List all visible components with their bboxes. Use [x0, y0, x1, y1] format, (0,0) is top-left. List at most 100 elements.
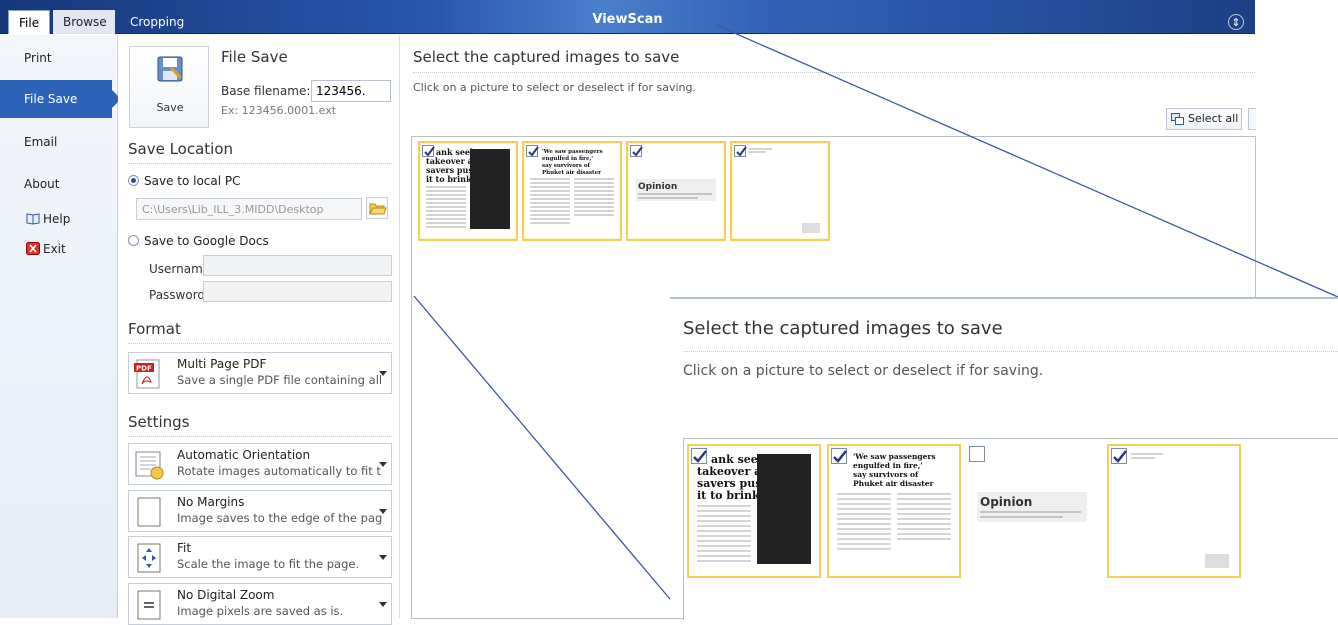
thumbnail-2[interactable]: 'We saw passengers engulfed in fire,' sa… — [522, 141, 622, 241]
format-dropdown[interactable]: PDF Multi Page PDF Save a single PDF fil… — [128, 352, 392, 394]
divider — [413, 72, 1255, 73]
fit-dropdown-title: Fit — [177, 541, 192, 555]
svg-text:Opinion: Opinion — [980, 495, 1032, 509]
zoom-thumbnail-gallery: ank seeks takeover as savers push it to … — [683, 438, 1338, 620]
select-all-label: Select all — [1188, 112, 1239, 125]
chevron-down-icon — [379, 555, 387, 560]
svg-text:say survivors of: say survivors of — [853, 470, 919, 479]
exit-icon — [26, 242, 40, 255]
thumbnail-checkbox[interactable] — [734, 145, 747, 157]
divider — [683, 351, 1338, 352]
password-field[interactable] — [203, 281, 392, 302]
zoom-thumbnail-4[interactable] — [1107, 444, 1241, 578]
radio-save-local[interactable]: Save to local PC — [128, 174, 241, 188]
select-all-button[interactable]: Select all — [1166, 108, 1242, 130]
no-margins-icon — [137, 497, 161, 527]
folder-icon — [369, 203, 387, 215]
margins-dropdown[interactable]: No Margins Image saves to the edge of th… — [128, 490, 392, 532]
svg-text:engulfed in fire,': engulfed in fire,' — [853, 461, 923, 470]
nav-item-file-save[interactable]: File Save — [0, 80, 121, 118]
collapse-ribbon-icon[interactable]: ⇕ — [1228, 14, 1244, 30]
svg-text:'We saw passengers: 'We saw passengers — [853, 452, 936, 461]
fit-dropdown-desc: Scale the image to fit the page. — [177, 557, 360, 571]
browse-folder-button[interactable] — [366, 197, 388, 219]
thumbnail-checkbox[interactable] — [969, 446, 985, 462]
auto-orientation-icon — [135, 451, 164, 480]
save-button[interactable]: Save — [129, 46, 209, 128]
radio-save-google[interactable]: Save to Google Docs — [128, 234, 269, 248]
svg-text:it to brink: it to brink — [426, 174, 472, 184]
thumbnail-checkbox[interactable] — [831, 448, 847, 464]
format-heading: Format — [128, 320, 181, 338]
orientation-dropdown-title: Automatic Orientation — [177, 448, 311, 462]
chevron-down-icon — [379, 509, 387, 514]
digital-zoom-dropdown-desc: Image pixels are saved as is. — [177, 604, 344, 618]
thumbnail-checkbox[interactable] — [630, 145, 643, 157]
floppy-save-icon — [157, 56, 183, 82]
selection-heading: Select the captured images to save — [413, 48, 680, 66]
svg-text:Phuket air disaster: Phuket air disaster — [853, 479, 934, 488]
orientation-dropdown[interactable]: Automatic Orientation Rotate images auto… — [128, 443, 392, 485]
format-dropdown-title: Multi Page PDF — [177, 357, 267, 371]
base-filename-input[interactable] — [311, 80, 391, 102]
digital-zoom-dropdown-title: No Digital Zoom — [177, 588, 275, 602]
toolbar-overflow-button[interactable] — [1248, 108, 1256, 130]
pdf-icon: PDF — [134, 359, 160, 389]
thumbnail-checkbox[interactable] — [526, 145, 539, 157]
book-help-icon — [26, 213, 40, 225]
digital-zoom-dropdown[interactable]: No Digital Zoom Image pixels are saved a… — [128, 583, 392, 625]
svg-text:Phuket air disaster: Phuket air disaster — [542, 170, 601, 176]
no-zoom-icon — [137, 590, 161, 620]
save-path-input[interactable] — [136, 198, 362, 220]
radio-button[interactable] — [128, 175, 139, 186]
settings-panel: Save File Save Base filename: Ex: 123456… — [118, 35, 400, 625]
chevron-down-icon — [379, 462, 387, 467]
thumbnail-1[interactable]: ank seeks takeover as savers push it to … — [418, 141, 518, 241]
select-all-icon — [1171, 113, 1184, 125]
newspaper-page-image: ank seeks takeover as savers push it to … — [697, 453, 811, 564]
nav-item-help[interactable]: Help — [26, 209, 70, 229]
svg-text:'We saw passengers: 'We saw passengers — [542, 149, 603, 155]
radio-save-google-label: Save to Google Docs — [144, 234, 269, 248]
zoom-selection-instructions: Click on a picture to select or deselect… — [683, 363, 1044, 379]
file-save-heading: File Save — [221, 48, 288, 66]
zoomed-callout: Select the captured images to save Click… — [670, 297, 1338, 620]
fit-arrows-icon — [137, 543, 161, 573]
divider — [128, 163, 392, 164]
nav-item-exit[interactable]: Exit — [26, 239, 66, 259]
newspaper-page-image: 'We saw passengers engulfed in fire,' sa… — [837, 452, 951, 550]
radio-button[interactable] — [128, 235, 139, 246]
divider — [128, 436, 392, 437]
thumbnail-checkbox[interactable] — [691, 448, 707, 464]
blank-page-image — [1131, 453, 1229, 568]
zoom-thumbnail-3[interactable]: Opinion — [967, 444, 1101, 578]
nav-item-about[interactable]: About — [0, 165, 118, 203]
format-dropdown-desc: Save a single PDF file containing all c — [177, 373, 382, 387]
thumbnail-checkbox[interactable] — [1111, 448, 1127, 464]
zoom-thumbnail-1[interactable]: ank seeks takeover as savers push it to … — [687, 444, 821, 578]
save-button-label: Save — [156, 101, 184, 114]
nav-item-email[interactable]: Email — [0, 123, 118, 161]
app-title: ViewScan — [592, 12, 663, 27]
divider — [128, 343, 392, 344]
svg-text:engulfed in fire,': engulfed in fire,' — [542, 156, 593, 162]
margins-dropdown-title: No Margins — [177, 495, 245, 509]
nav-exit-label: Exit — [43, 242, 66, 256]
username-field[interactable] — [203, 255, 392, 276]
thumbnail-3[interactable]: Opinion — [626, 141, 726, 241]
zoom-thumbnail-2[interactable]: 'We saw passengers engulfed in fire,' sa… — [827, 444, 961, 578]
zoom-selection-heading: Select the captured images to save — [683, 318, 1003, 339]
svg-text:say survivors of: say survivors of — [542, 163, 590, 169]
base-filename-label: Base filename: — [221, 84, 311, 98]
chevron-down-icon — [379, 371, 387, 376]
margins-dropdown-desc: Image saves to the edge of the page — [177, 511, 382, 525]
thumbnail-checkbox[interactable] — [422, 145, 435, 157]
nav-item-print[interactable]: Print — [0, 39, 118, 77]
thumbnail-4[interactable] — [730, 141, 830, 241]
fit-dropdown[interactable]: Fit Scale the image to fit the page. — [128, 536, 392, 578]
filename-example: Ex: 123456.0001.ext — [221, 104, 337, 117]
radio-save-local-label: Save to local PC — [144, 174, 241, 188]
opinion-page-image: Opinion — [977, 492, 1087, 522]
ribbon-bar: File Browse Cropping ViewScan ⇕ — [0, 0, 1255, 34]
svg-text:it to brink: it to brink — [697, 489, 760, 502]
